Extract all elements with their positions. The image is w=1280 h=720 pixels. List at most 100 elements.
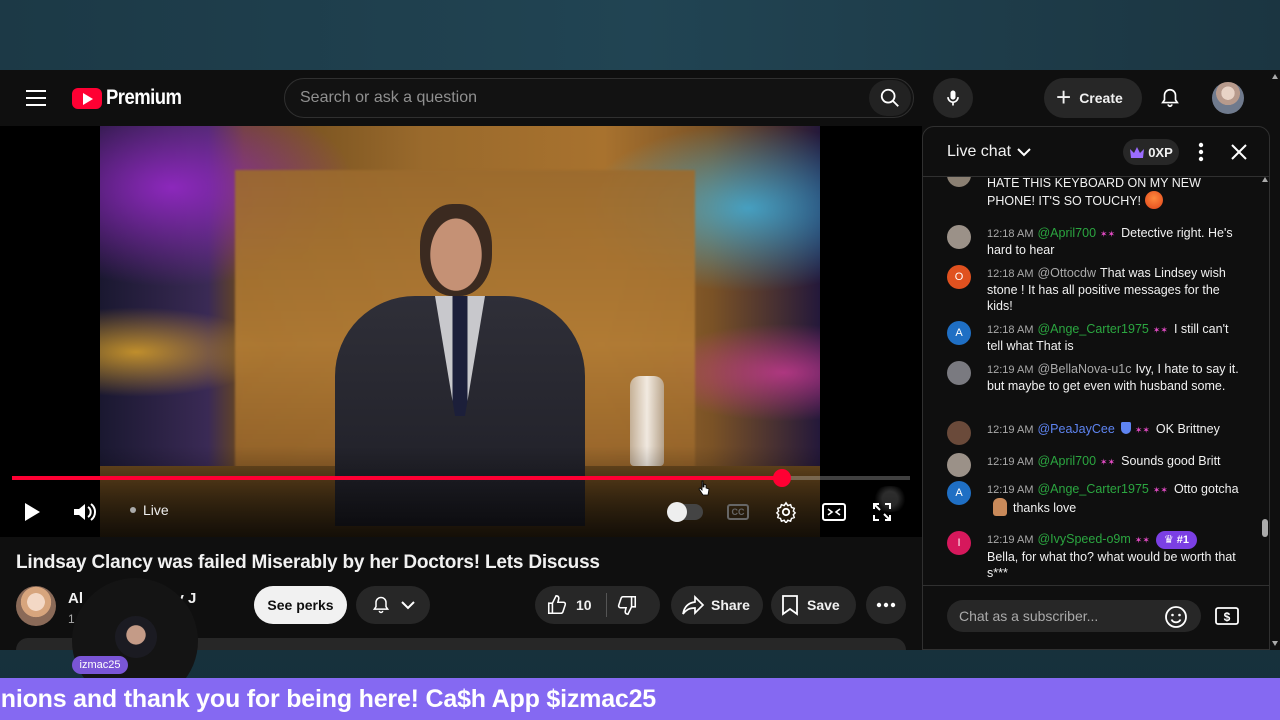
leaderboard-rank-badge[interactable]: ♛ #1 — [1155, 531, 1198, 549]
stream-ticker: inions and thank you for being here! Ca$… — [0, 678, 1280, 720]
subscription-bell-button[interactable] — [356, 586, 430, 624]
thumbs-up-emoji-icon — [993, 498, 1007, 516]
more-actions-button[interactable] — [866, 586, 906, 624]
see-perks-button[interactable]: See perks — [254, 586, 347, 624]
desktop-backdrop — [0, 0, 1280, 70]
live-chat-mode-dropdown[interactable]: Live chat — [947, 143, 1031, 161]
chat-message: O 12:18 AM @Ottocdw That was Lindsey wish … — [947, 265, 1247, 314]
chat-author[interactable]: @IvySpeed-o9m — [1037, 532, 1130, 546]
chat-author[interactable]: @Ange_Carter1975 — [1037, 322, 1148, 336]
chat-message: A 12:18 AM @Ange_Carter1975 ✶✶ I still can'… — [947, 321, 1247, 354]
share-button[interactable]: Share — [671, 586, 763, 624]
streamer-name-tag: izmac25 — [72, 656, 128, 674]
bell-icon — [372, 596, 390, 614]
progress-fill — [12, 476, 782, 480]
close-chat-button[interactable] — [1227, 140, 1251, 164]
chevron-down-icon — [401, 601, 415, 610]
xp-badge[interactable]: 0XP — [1123, 139, 1179, 165]
search-button[interactable] — [869, 80, 911, 116]
bell-icon — [1161, 88, 1179, 108]
chat-avatar: I — [947, 531, 971, 555]
fullscreen-button[interactable] — [864, 494, 900, 530]
chat-message-list[interactable]: HATE THIS KEYBOARD ON MY NEW PHONE! IT'S… — [923, 177, 1261, 585]
subtitles-button[interactable]: CC — [720, 494, 756, 530]
theater-icon — [822, 503, 846, 521]
close-icon — [1231, 144, 1247, 160]
autoplay-toggle[interactable] — [667, 494, 704, 530]
member-badge-icon: ✶✶ — [1152, 485, 1168, 495]
youtube-window: Premium + Create — [0, 70, 1280, 650]
chat-avatar — [947, 421, 971, 445]
search-input[interactable] — [300, 79, 860, 117]
chat-author[interactable]: @April700 — [1037, 226, 1096, 240]
mic-icon — [947, 90, 959, 106]
ticker-text: inions and thank you for being here! Ca$… — [0, 685, 657, 713]
chat-avatar: O — [947, 265, 971, 289]
live-dot — [130, 507, 136, 513]
chat-message-input[interactable] — [947, 600, 1201, 632]
live-indicator[interactable]: Live — [130, 502, 169, 518]
chat-avatar — [947, 225, 971, 249]
kebab-icon — [1198, 142, 1204, 162]
page-scrollbar[interactable] — [1270, 70, 1280, 650]
chat-message: 12:19 AM @April700 ✶✶ Sounds good Britt — [947, 453, 1247, 477]
member-badge-icon: ✶✶ — [1100, 229, 1116, 239]
svg-text:$: $ — [1224, 610, 1231, 624]
play-button[interactable] — [14, 494, 50, 530]
dislike-icon[interactable] — [616, 594, 638, 616]
plus-icon: + — [1056, 81, 1072, 112]
progress-scrubber[interactable] — [772, 469, 791, 487]
chat-scroll-thumb[interactable] — [1262, 519, 1268, 537]
account-avatar[interactable] — [1212, 82, 1244, 114]
streamer-avatar — [115, 616, 157, 658]
super-chat-icon: $ — [1215, 607, 1239, 625]
search-icon — [880, 88, 899, 107]
chat-input-row: $ — [923, 585, 1269, 649]
menu-icon[interactable] — [20, 84, 52, 112]
chat-message: I 12:19 AM @IvySpeed-o9m ✶✶ ♛ #1 Bella, for … — [947, 531, 1247, 581]
chat-message: 12:19 AM @BellaNova-u1c Ivy, I hate to say… — [947, 361, 1247, 394]
notifications-button[interactable] — [1152, 80, 1188, 116]
youtube-premium-logo[interactable]: Premium — [72, 86, 192, 110]
chat-avatar — [947, 361, 971, 385]
logo-text: Premium — [106, 86, 182, 109]
member-badge-icon: ✶✶ — [1134, 535, 1150, 545]
member-badge-icon: ✶✶ — [1134, 425, 1150, 435]
save-button[interactable]: Save — [771, 586, 856, 624]
super-chat-button[interactable]: $ — [1213, 602, 1241, 630]
chat-message: A 12:19 AM @Ange_Carter1975 ✶✶ Otto gotchat… — [947, 481, 1247, 516]
chat-avatar — [947, 177, 971, 187]
settings-icon — [775, 501, 797, 523]
live-label: Live — [143, 502, 169, 518]
chevron-down-icon — [1017, 148, 1031, 157]
chat-scrollbar[interactable] — [1261, 177, 1269, 587]
chat-avatar: A — [947, 321, 971, 345]
share-icon — [682, 594, 705, 616]
chat-author[interactable]: @April700 — [1037, 454, 1096, 468]
chat-author[interactable]: @Ange_Carter1975 — [1037, 482, 1148, 496]
settings-button[interactable] — [768, 494, 804, 530]
chat-author[interactable]: @BellaNova-u1c — [1037, 362, 1131, 376]
theater-mode-button[interactable] — [816, 494, 852, 530]
create-button[interactable]: + Create — [1044, 78, 1142, 118]
channel-avatar[interactable] — [16, 586, 56, 626]
voice-search-button[interactable] — [933, 78, 973, 118]
chat-author[interactable]: @PeaJayCee — [1037, 422, 1114, 436]
member-badge-icon: ✶✶ — [1152, 325, 1168, 335]
live-chat-header: Live chat 0XP — [923, 127, 1269, 177]
volume-button[interactable] — [66, 494, 102, 530]
progress-bar[interactable] — [12, 469, 910, 487]
chat-author[interactable]: @Ottocdw — [1037, 266, 1096, 280]
video-title: Lindsay Clancy was failed Miserably by h… — [16, 552, 600, 573]
angry-emoji-icon — [1145, 191, 1164, 209]
moderator-shield-icon — [1120, 422, 1131, 434]
create-label: Create — [1079, 90, 1123, 106]
live-chat-panel: Live chat 0XP HATE THIS KEYBOARD ON MY N… — [922, 126, 1270, 650]
like-icon[interactable] — [546, 594, 568, 616]
emoji-icon[interactable] — [1164, 605, 1188, 629]
video-player[interactable]: Live CC — [0, 126, 922, 537]
crown-icon — [1130, 146, 1145, 158]
more-icon — [876, 602, 896, 608]
chat-options-button[interactable] — [1189, 140, 1213, 164]
chat-message: 12:19 AM @PeaJayCee ✶✶ OK Brittney — [947, 421, 1247, 445]
